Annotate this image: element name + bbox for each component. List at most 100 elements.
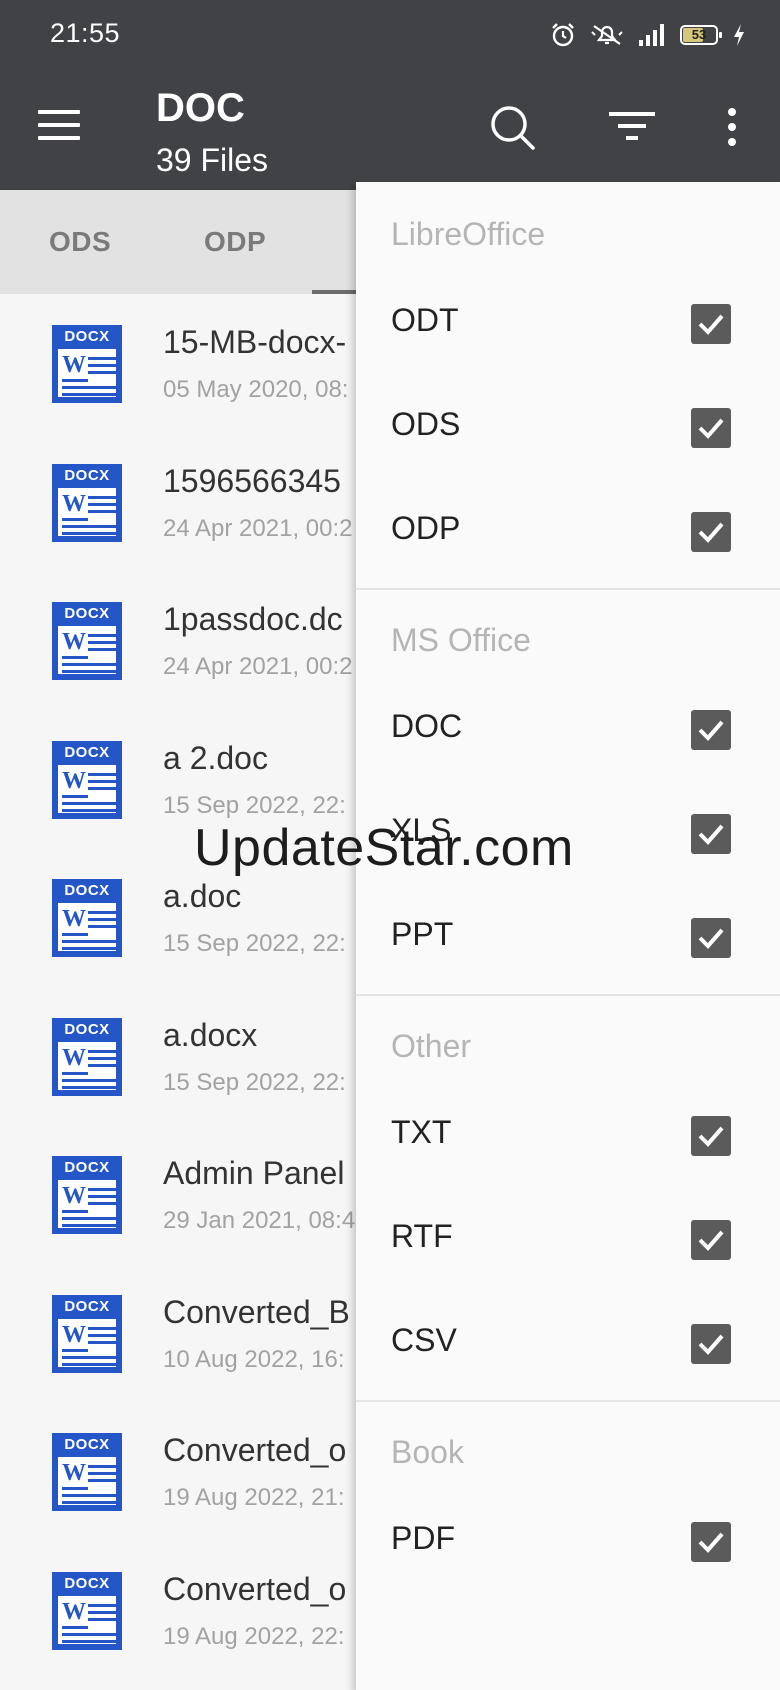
- file-name: Admin Panel: [163, 1155, 345, 1191]
- docx-file-icon: DOCX W: [52, 879, 122, 957]
- icon-label: DOCX: [64, 882, 110, 899]
- file-date: 19 Aug 2022, 22:: [163, 1622, 345, 1650]
- file-date: 19 Aug 2022, 21:: [163, 1484, 345, 1511]
- file-type-filter-menu: LibreOffice ODT ODS ODP MS Office DOC XLS PPT Ot…: [356, 182, 780, 1690]
- check-icon: [698, 1532, 724, 1553]
- icon-label: DOCX: [64, 328, 110, 345]
- filter-item-label: ODS: [391, 406, 461, 442]
- checkbox-checked[interactable]: [691, 512, 731, 552]
- watermark: UpdateStar.com: [194, 819, 574, 877]
- menu-divider: [356, 588, 780, 590]
- menu-divider: [356, 994, 780, 996]
- filter-button[interactable]: [605, 100, 659, 154]
- menu-button[interactable]: [38, 110, 82, 146]
- filter-item-label: PDF: [391, 1520, 455, 1556]
- file-date: 05 May 2020, 08:: [163, 376, 349, 403]
- filter-item-ods[interactable]: ODS: [356, 378, 780, 478]
- check-icon: [698, 314, 724, 335]
- file-name: Converted_o: [163, 1432, 347, 1468]
- icon-label: DOCX: [64, 605, 110, 622]
- docx-file-icon: DOCX W: [52, 1017, 122, 1096]
- status-time: 21:55: [50, 18, 121, 48]
- battery-icon: 53: [680, 25, 722, 45]
- file-date: 15 Sep 2022, 22:: [163, 1068, 346, 1096]
- filter-item-rtf[interactable]: RTF: [356, 1190, 780, 1290]
- docx-file-icon: DOCX W: [52, 1294, 122, 1373]
- file-date: 24 Apr 2021, 00:2: [163, 514, 353, 542]
- file-name: a.docx: [163, 1016, 258, 1053]
- filter-item-label: DOC: [391, 708, 463, 744]
- filter-item-csv[interactable]: CSV: [356, 1294, 780, 1394]
- filter-item-pdf[interactable]: PDF: [356, 1492, 780, 1592]
- check-icon: [698, 522, 724, 543]
- filter-item-label: ODT: [391, 302, 459, 338]
- checkbox-checked[interactable]: [691, 304, 731, 344]
- file-date: 15 Sep 2022, 22:: [163, 930, 346, 957]
- icon-label: DOCX: [64, 1020, 110, 1038]
- filter-item-doc[interactable]: DOC: [356, 680, 780, 780]
- docx-file-icon: DOCX W: [52, 325, 122, 403]
- file-name: 1passdoc.dc: [163, 601, 343, 637]
- file-count: 39 Files: [156, 142, 269, 178]
- checkbox-checked[interactable]: [691, 1220, 731, 1260]
- filter-icon: [609, 112, 655, 140]
- icon-label: DOCX: [64, 743, 110, 761]
- checkbox-checked[interactable]: [691, 408, 731, 448]
- icon-label: DOCX: [64, 1574, 110, 1592]
- docx-file-icon: DOCX W: [52, 1571, 122, 1650]
- icon-label: DOCX: [64, 1297, 110, 1315]
- filter-item-label: RTF: [391, 1218, 453, 1254]
- more-options-button[interactable]: [705, 100, 759, 154]
- check-icon: [698, 1126, 724, 1147]
- check-icon: [698, 1334, 724, 1355]
- hamburger-icon: [38, 110, 80, 114]
- filter-item-label: PPT: [391, 916, 454, 952]
- search-button[interactable]: [485, 100, 539, 154]
- docx-file-icon: DOCX W: [52, 463, 122, 542]
- docx-file-icon: DOCX W: [52, 602, 122, 680]
- checkbox-checked[interactable]: [691, 814, 731, 854]
- tab-ods[interactable]: ODS: [49, 226, 111, 258]
- filter-item-ppt[interactable]: PPT: [356, 888, 780, 988]
- file-date: 15 Sep 2022, 22:: [163, 791, 346, 819]
- more-vert-icon: [728, 108, 736, 146]
- tab-odp[interactable]: ODP: [204, 226, 266, 258]
- status-bar: 21:55 53: [0, 0, 780, 70]
- check-icon: [698, 1230, 724, 1251]
- menu-divider: [356, 1400, 780, 1402]
- filter-item-odp[interactable]: ODP: [356, 482, 780, 582]
- app-bar: DOC 39 Files: [0, 70, 780, 190]
- file-name: Converted_o: [163, 1570, 347, 1607]
- file-name: a.doc: [163, 878, 242, 914]
- checkbox-checked[interactable]: [691, 1324, 731, 1364]
- filter-item-txt[interactable]: TXT: [356, 1086, 780, 1186]
- menu-section-title: LibreOffice: [391, 216, 546, 252]
- signal-icon: [639, 24, 664, 46]
- file-name: 15-MB-docx-: [163, 324, 347, 360]
- file-date: 24 Apr 2021, 00:2: [163, 653, 353, 680]
- charging-icon: [734, 24, 744, 46]
- check-icon: [698, 418, 724, 439]
- search-icon: [491, 106, 535, 150]
- filter-item-label: ODP: [391, 510, 461, 546]
- docx-file-icon: DOCX W: [52, 1156, 122, 1234]
- checkbox-checked[interactable]: [691, 710, 731, 750]
- mute-notifications-icon: [591, 25, 623, 45]
- menu-section-title: Other: [391, 1028, 472, 1064]
- icon-label: DOCX: [64, 466, 110, 484]
- filter-item-odt[interactable]: ODT: [356, 274, 780, 374]
- file-name: 1596566345: [163, 462, 341, 499]
- file-name: Converted_B: [163, 1293, 350, 1330]
- docx-file-icon: DOCX W: [52, 1433, 122, 1511]
- checkbox-checked[interactable]: [691, 1116, 731, 1156]
- checkbox-checked[interactable]: [691, 918, 731, 958]
- battery-level: 53: [691, 27, 707, 42]
- status-icons: 53: [550, 18, 746, 52]
- menu-section-title: MS Office: [391, 622, 531, 658]
- file-date: 29 Jan 2021, 08:4: [163, 1207, 356, 1234]
- file-date: 10 Aug 2022, 16:: [163, 1345, 345, 1373]
- filter-item-label: CSV: [391, 1322, 457, 1358]
- check-icon: [698, 824, 724, 845]
- check-icon: [698, 720, 724, 741]
- checkbox-checked[interactable]: [691, 1522, 731, 1562]
